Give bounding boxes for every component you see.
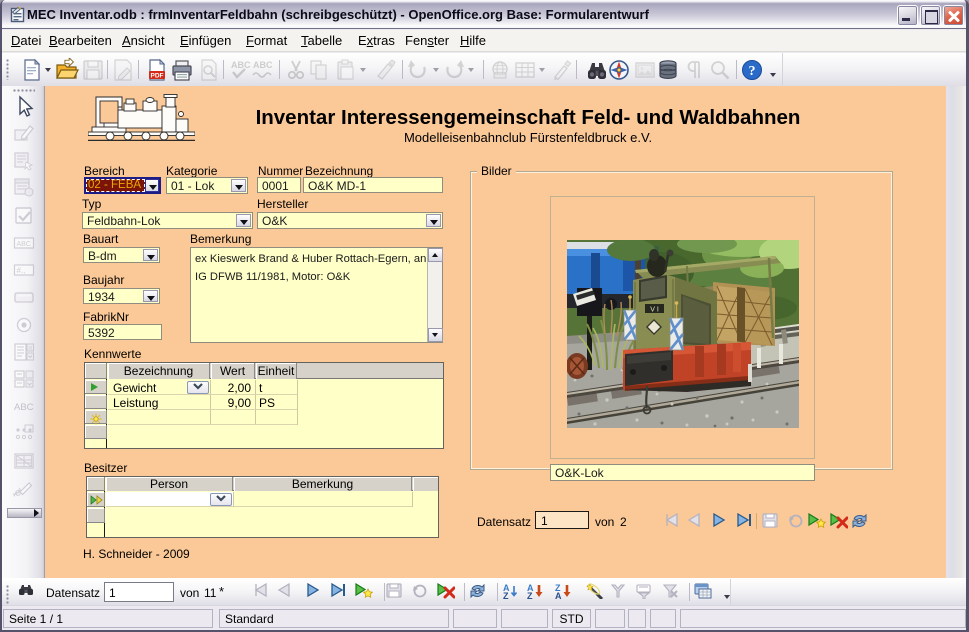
svg-text:Z: Z: [527, 591, 533, 599]
svg-text:ABC: ABC: [14, 402, 34, 413]
svg-text:Z: Z: [503, 591, 509, 599]
svg-text:?: ?: [749, 64, 756, 79]
svg-text:ABC: ABC: [253, 60, 273, 70]
svg-text:ABC: ABC: [17, 241, 31, 248]
svg-text:ABC: ABC: [231, 60, 251, 70]
svg-text:A: A: [555, 591, 562, 599]
svg-text:#.,: #.,: [17, 266, 26, 275]
svg-text:V I: V I: [650, 307, 659, 314]
svg-text:PDF: PDF: [151, 73, 164, 80]
